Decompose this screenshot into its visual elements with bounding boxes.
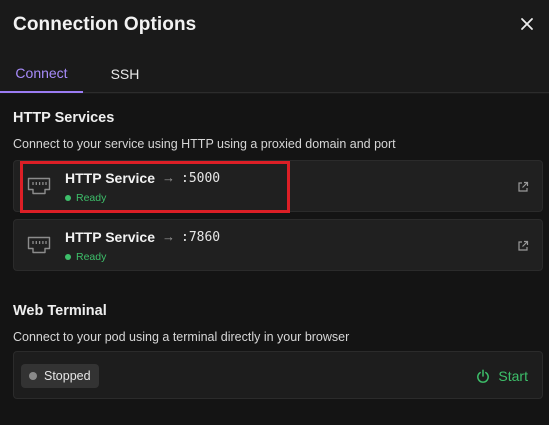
external-link-icon[interactable] [517,180,529,198]
status-badge: Ready [65,192,106,204]
arrow-right-icon: → [162,229,175,244]
ethernet-port-icon [27,177,51,200]
tab-bar: Connect SSH [0,54,549,93]
http-services-description: Connect to your service using HTTP using… [13,137,396,151]
dialog-title: Connection Options [13,14,197,35]
http-service-card[interactable]: HTTP Service → :7860 Ready [13,219,543,271]
status-label: Ready [76,192,107,204]
status-dot [65,195,71,201]
ethernet-port-icon [27,236,51,259]
tab-ssh[interactable]: SSH [97,54,153,93]
close-button[interactable] [517,14,537,34]
service-name: HTTP Service [65,229,156,245]
status-dot [29,372,37,380]
web-terminal-title: Web Terminal [13,303,107,319]
http-service-card[interactable]: HTTP Service → :5000 Ready [13,160,543,212]
web-terminal-card: Stopped Start [13,351,543,399]
status-dot [65,254,71,260]
terminal-status-badge: Stopped [21,364,99,388]
start-terminal-button[interactable]: Start [476,363,528,389]
terminal-status-label: Stopped [44,369,91,383]
status-badge: Ready [65,251,106,263]
service-port: :7860 [181,230,221,245]
tab-connect[interactable]: Connect [0,54,83,93]
status-label: Ready [76,251,107,263]
arrow-right-icon: → [162,170,175,185]
external-link-icon[interactable] [517,239,529,257]
http-services-title: HTTP Services [13,110,115,126]
service-name: HTTP Service [65,170,156,186]
service-port: :5000 [181,171,221,186]
power-icon [477,368,490,383]
start-button-label: Start [498,368,528,384]
web-terminal-description: Connect to your pod using a terminal dir… [13,330,350,344]
connection-options-dialog: Connection Options Connect SSH HTTP Serv… [0,0,549,425]
close-icon [521,18,533,30]
